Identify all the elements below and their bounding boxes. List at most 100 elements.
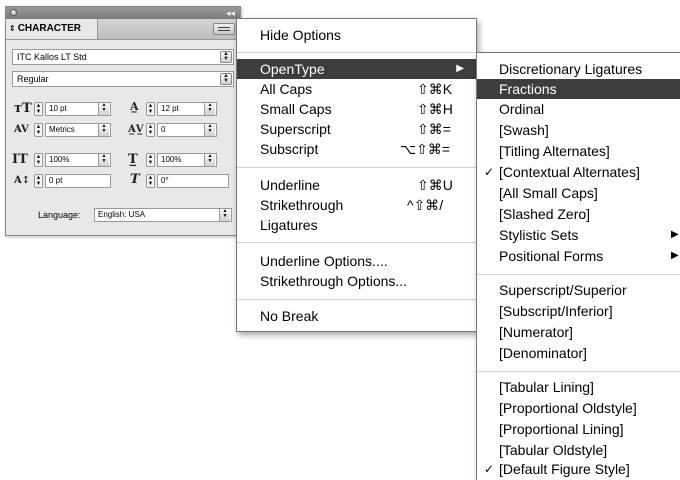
submenu-item-subscript-inferior[interactable]: [Subscript/Inferior] [477,301,680,321]
tracking-stepper[interactable]: ▲ ▼ [146,123,155,137]
submenu-item-label: Discretionary Ligatures [499,61,643,77]
kerning-dropdown-icon[interactable]: ▲ ▼ [98,124,109,136]
submenu-item-ordinal[interactable]: Ordinal [477,99,680,119]
submenu-item-positional-forms[interactable]: Positional Forms ▶ [477,246,680,266]
menu-item-label: Strikethrough Options... [260,273,408,289]
submenu-item-label: Superscript/Superior [499,282,627,298]
tracking-value: 0 [161,125,166,134]
menu-icon-line [218,30,230,31]
panel-options-menu: Hide Options OpenType ▶ All Caps ⇧⌘K Sma… [236,18,477,332]
baseline-shift-value: 0 pt [49,176,63,185]
menu-item-label: Small Caps [260,101,332,117]
submenu-item-all-small-caps[interactable]: [All Small Caps] [477,183,680,203]
menu-separator [237,299,476,300]
menu-item-opentype[interactable]: OpenType ▶ [237,59,476,79]
menu-item-ligatures[interactable]: Ligatures [237,215,476,235]
leading-field[interactable]: 12 pt ▲ ▼ [157,102,217,116]
submenu-item-tabular-oldstyle[interactable]: [Tabular Oldstyle] [477,440,680,460]
font-family-field[interactable]: ITC Kallos LT Std ▲ ▼ [12,49,234,65]
shortcut-label: ⇧⌘U [417,177,453,193]
leading-dropdown-icon[interactable]: ▲ ▼ [204,103,215,115]
submenu-item-contextual-alternates[interactable]: ✓ [Contextual Alternates] [477,162,680,182]
submenu-item-label: Positional Forms [499,248,604,264]
collapse-icon[interactable]: ◂◂ [226,7,235,19]
submenu-item-tabular-lining[interactable]: [Tabular Lining] [477,377,680,397]
vertical-scale-icon: IT [12,152,28,167]
menu-item-label: Underline Options.... [260,253,388,269]
font-size-icon: ᴛT [14,101,32,116]
baseline-shift-stepper[interactable]: ▲ ▼ [34,174,43,188]
menu-item-superscript[interactable]: Superscript ⇧⌘= [237,119,476,139]
submenu-item-denominator[interactable]: [Denominator] [477,343,680,363]
font-style-dropdown-icon[interactable]: ▲ ▼ [220,73,232,85]
font-style-field[interactable]: Regular ▲ ▼ [12,71,234,87]
menu-item-underline-options[interactable]: Underline Options.... [237,251,476,271]
baseline-shift-field[interactable]: 0 pt [45,174,111,188]
panel-titlebar[interactable]: ◂◂ [6,7,240,19]
submenu-item-label: [Tabular Lining] [499,379,594,395]
menu-separator [237,167,476,168]
horizontal-scale-field[interactable]: 100% ▲ ▼ [157,153,217,167]
menu-separator [477,371,680,372]
submenu-item-label: [Proportional Lining] [499,421,624,437]
tracking-dropdown-icon[interactable]: ▲ ▼ [204,124,215,136]
submenu-item-slashed-zero[interactable]: [Slashed Zero] [477,204,680,224]
shortcut-label: ⇧⌘H [417,101,453,117]
submenu-item-proportional-lining[interactable]: [Proportional Lining] [477,419,680,439]
submenu-item-label: Fractions [499,81,557,97]
vertical-scale-stepper[interactable]: ▲ ▼ [34,153,43,167]
horizontal-scale-dropdown-icon[interactable]: ▲ ▼ [204,154,215,166]
submenu-item-superscript-superior[interactable]: Superscript/Superior [477,280,680,300]
skew-stepper[interactable]: ▲ ▼ [146,174,155,188]
submenu-item-discretionary-ligatures[interactable]: Discretionary Ligatures [477,59,680,79]
kerning-field[interactable]: Metrics ▲ ▼ [45,123,111,137]
language-dropdown-icon[interactable]: ▲ ▼ [219,209,230,221]
menu-item-no-break[interactable]: No Break [237,306,476,326]
tab-toggle-icon[interactable]: ⇕ [9,24,16,33]
font-size-field[interactable]: 10 pt ▲ ▼ [45,102,111,116]
menu-item-subscript[interactable]: Subscript ⌥⇧⌘= [237,139,476,159]
shortcut-label: ^⇧⌘/ [407,197,444,213]
menu-item-hide-options[interactable]: Hide Options [237,25,476,45]
menu-item-all-caps[interactable]: All Caps ⇧⌘K [237,79,476,99]
panel-menu-button[interactable] [213,23,235,35]
submenu-item-proportional-oldstyle[interactable]: [Proportional Oldstyle] [477,398,680,418]
font-size-value: 10 pt [49,104,67,113]
tab-character[interactable]: ⇕ CHARACTER [6,19,98,39]
submenu-item-label: [Numerator] [499,324,573,340]
leading-stepper[interactable]: ▲ ▼ [146,102,155,116]
kerning-stepper[interactable]: ▲ ▼ [34,123,43,137]
submenu-item-fractions[interactable]: Fractions [477,79,680,99]
font-size-dropdown-icon[interactable]: ▲ ▼ [98,103,109,115]
font-style-value: Regular [17,74,49,84]
horizontal-scale-value: 100% [161,155,182,164]
submenu-item-label: [Default Figure Style] [499,461,630,477]
vertical-scale-dropdown-icon[interactable]: ▲ ▼ [98,154,109,166]
opentype-submenu: Discretionary Ligatures Fractions Ordina… [476,52,680,480]
font-size-stepper[interactable]: ▲ ▼ [34,102,43,116]
language-select[interactable]: English: USA ▲ ▼ [94,208,232,222]
character-panel: ◂◂ ⇕ CHARACTER ITC Kallos LT Std ▲ ▼ Regul… [5,6,241,236]
leading-value: 12 pt [161,104,179,113]
submenu-item-numerator[interactable]: [Numerator] [477,322,680,342]
horizontal-scale-stepper[interactable]: ▲ ▼ [146,153,155,167]
language-label: Language: [38,210,81,220]
menu-item-strikethrough-options[interactable]: Strikethrough Options... [237,271,476,291]
vertical-scale-field[interactable]: 100% ▲ ▼ [45,153,111,167]
submenu-item-swash[interactable]: [Swash] [477,120,680,140]
menu-item-strikethrough[interactable]: Strikethrough ^⇧⌘/ [237,195,476,215]
menu-item-label: Strikethrough [260,197,344,213]
submenu-item-default-figure-style[interactable]: ✓ [Default Figure Style] [477,459,680,479]
submenu-item-label: [Tabular Oldstyle] [499,442,608,458]
menu-item-underline[interactable]: Underline ⇧⌘U [237,175,476,195]
submenu-arrow-icon: ▶ [671,250,679,261]
skew-field[interactable]: 0° [157,174,229,188]
submenu-item-stylistic-sets[interactable]: Stylistic Sets ▶ [477,225,680,245]
submenu-item-titling-alternates[interactable]: [Titling Alternates] [477,141,680,161]
tracking-field[interactable]: 0 ▲ ▼ [157,123,217,137]
tracking-icon: A̲V̲ [128,124,144,135]
font-family-dropdown-icon[interactable]: ▲ ▼ [220,51,232,63]
close-icon[interactable] [10,9,17,16]
checkmark-icon: ✓ [484,462,495,476]
menu-item-small-caps[interactable]: Small Caps ⇧⌘H [237,99,476,119]
